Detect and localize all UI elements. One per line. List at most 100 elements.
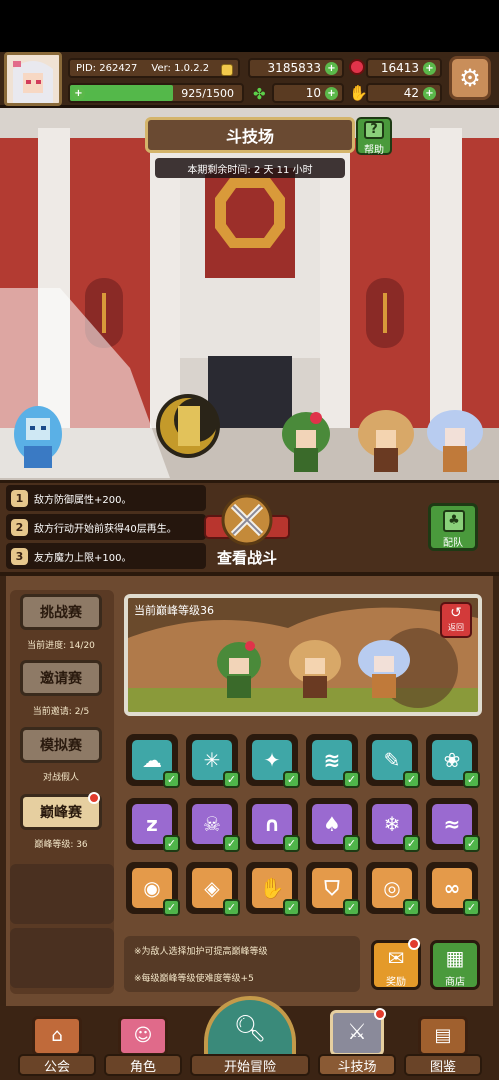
blessing-slot[interactable]: ∞ ✓ xyxy=(426,862,480,916)
blessing-slot[interactable]: ✋ ✓ xyxy=(246,862,300,916)
nav-start-adventure[interactable]: 🔍︎ 开始冒险 xyxy=(190,996,310,1080)
help-label: 帮助 xyxy=(364,145,384,156)
hand-box: 42 + xyxy=(366,83,442,103)
blessing-slot[interactable]: ≋ ✓ xyxy=(306,734,360,788)
magnifier-compass-icon: 🔍︎ xyxy=(204,996,296,1062)
mock-match-button[interactable]: 模拟赛 xyxy=(20,727,102,763)
checkmark-icon: ✓ xyxy=(163,899,180,916)
peak-level-text: 巅峰等级: 36 xyxy=(34,840,88,850)
character-face-icon: ☺ xyxy=(118,1016,168,1056)
enemy-preview-panel: 当前巅峰等级36 ↺ 返回 xyxy=(124,594,482,716)
buff-number: 3 xyxy=(11,547,28,565)
blessing-slot[interactable]: ❀ ✓ xyxy=(426,734,480,788)
hand-amount: 42 xyxy=(403,86,419,100)
view-battle-button[interactable]: 查看战斗 xyxy=(203,494,291,574)
ally-character-ice[interactable] xyxy=(424,408,486,474)
return-icon: ↺ xyxy=(450,605,462,621)
invite-match-button[interactable]: 邀请赛 xyxy=(20,660,102,696)
crossed-swords-icon xyxy=(204,494,290,546)
invite-progress: 当前邀请: 2/5 xyxy=(32,707,90,717)
blessing-slot[interactable]: ⛉ ✓ xyxy=(306,862,360,916)
ally-character-blue[interactable] xyxy=(8,396,68,472)
peak-match-label: 巅峰赛 xyxy=(40,805,82,821)
blessing-grid: ☁ ✓ ✳ ✓ ✦ ✓ ≋ ✓ ✎ ✓ ❀ ✓ z ✓ ☠ ✓ ∩ ✓ ♠ ✓ ❄ ✓ ≈ ✓ ◉ ✓ ◈ ✓ ✋ ✓ ⛉ ✓ ◎ ✓ ∞ ✓ xyxy=(124,734,484,920)
checkmark-icon: ✓ xyxy=(163,835,180,852)
help-button[interactable]: ? 帮助 xyxy=(356,117,392,156)
gold-amount: 3185833 xyxy=(267,61,321,75)
nav-arena[interactable]: ⚔ 斗技场 xyxy=(314,1008,400,1078)
checkmark-icon: ✓ xyxy=(403,835,420,852)
gold-coin-icon xyxy=(221,61,233,80)
gold-add-button[interactable]: + xyxy=(325,61,338,75)
back-button[interactable]: ↺ 返回 xyxy=(440,602,472,638)
blessing-slot[interactable]: ☁ ✓ xyxy=(126,734,180,788)
tip-line: ※为敌人选择加护可提高巅峰等级 xyxy=(134,947,268,957)
checkmark-icon: ✓ xyxy=(223,899,240,916)
version-text: Ver: 1.0.2.2 xyxy=(151,62,210,74)
ally-character-green[interactable] xyxy=(276,408,336,474)
blessing-slot[interactable]: ◈ ✓ xyxy=(186,862,240,916)
nav-characters-label: 角色 xyxy=(104,1054,182,1076)
xp-plus-icon: + xyxy=(72,86,85,100)
notification-dot xyxy=(88,792,100,804)
blessing-slot[interactable]: ≈ ✓ xyxy=(426,798,480,852)
gem-amount: 16413 xyxy=(380,61,419,75)
settings-button[interactable]: ⚙ xyxy=(449,56,491,100)
nav-guild[interactable]: ⌂ 公会 xyxy=(14,1012,100,1078)
pid-text: PID: 262427 xyxy=(76,62,138,74)
checkmark-icon: ✓ xyxy=(283,835,300,852)
enemy-character-green xyxy=(210,638,268,700)
nav-codex[interactable]: ▤ 图鉴 xyxy=(400,1012,486,1078)
team-label: 配队 xyxy=(443,538,463,549)
challenge-match-button[interactable]: 挑战赛 xyxy=(20,594,102,630)
checkmark-icon: ✓ xyxy=(463,899,480,916)
team-setup-button[interactable]: ♣ 配队 xyxy=(428,503,478,551)
page-title: 斗技场 xyxy=(225,127,274,146)
blessing-slot[interactable]: ❄ ✓ xyxy=(366,798,420,852)
gear-icon: ⚙ xyxy=(459,64,481,92)
blessing-slot[interactable]: ◎ ✓ xyxy=(366,862,420,916)
checkmark-icon: ✓ xyxy=(403,771,420,788)
blessing-slot[interactable]: ✎ ✓ xyxy=(366,734,420,788)
blessing-slot[interactable]: ◉ ✓ xyxy=(126,862,180,916)
buff-text: 敌方行动开始前获得40层再生。 xyxy=(34,523,177,535)
buff-number: 2 xyxy=(11,518,28,536)
clover-amount: 10 xyxy=(305,86,321,100)
blessing-slot[interactable]: ☠ ✓ xyxy=(186,798,240,852)
player-avatar[interactable] xyxy=(4,52,62,106)
ally-character-curly[interactable] xyxy=(354,408,418,474)
checkmark-icon: ✓ xyxy=(283,771,300,788)
pid-version-box: PID: 262427 Ver: 1.0.2.2 xyxy=(68,58,240,78)
blessing-slot[interactable]: ♠ ✓ xyxy=(306,798,360,852)
blessing-slot[interactable]: ✳ ✓ xyxy=(186,734,240,788)
clover-add-button[interactable]: + xyxy=(325,86,338,100)
hand-add-button[interactable]: + xyxy=(423,86,436,100)
checkmark-icon: ✓ xyxy=(343,771,360,788)
shop-button[interactable]: ▦ 商店 xyxy=(430,940,480,990)
blessing-slot[interactable]: z ✓ xyxy=(126,798,180,852)
gem-box: 16413 + xyxy=(366,58,442,78)
challenge-match-label: 挑战赛 xyxy=(40,605,82,621)
moon-golden-character[interactable] xyxy=(148,392,228,460)
shop-label: 商店 xyxy=(445,977,465,988)
invite-match-label: 邀请赛 xyxy=(40,671,82,687)
team-icon: ♣ xyxy=(443,510,465,532)
challenge-progress: 当前进度: 14/20 xyxy=(27,641,95,651)
season-timer-text: 本期剩余时间: 2 天 11 小时 xyxy=(187,164,313,176)
nav-codex-label: 图鉴 xyxy=(404,1054,482,1076)
xp-text: 925/1500 xyxy=(181,86,234,100)
view-battle-label: 查看战斗 xyxy=(216,549,277,567)
checkmark-icon: ✓ xyxy=(343,899,360,916)
blessing-slot[interactable]: ∩ ✓ xyxy=(246,798,300,852)
enemy-character-curly xyxy=(284,638,346,700)
nav-characters[interactable]: ☺ 角色 xyxy=(100,1012,186,1078)
nav-arena-label: 斗技场 xyxy=(318,1054,396,1076)
blessing-slot[interactable]: ✦ ✓ xyxy=(246,734,300,788)
season-timer: 本期剩余时间: 2 天 11 小时 xyxy=(155,158,345,178)
checkmark-icon: ✓ xyxy=(163,771,180,788)
nav-guild-label: 公会 xyxy=(18,1054,96,1076)
gem-add-button[interactable]: + xyxy=(423,61,436,75)
mock-match-desc: 对战假人 xyxy=(42,773,79,783)
nav-start-adventure-label: 开始冒险 xyxy=(190,1054,310,1076)
checkmark-icon: ✓ xyxy=(463,835,480,852)
